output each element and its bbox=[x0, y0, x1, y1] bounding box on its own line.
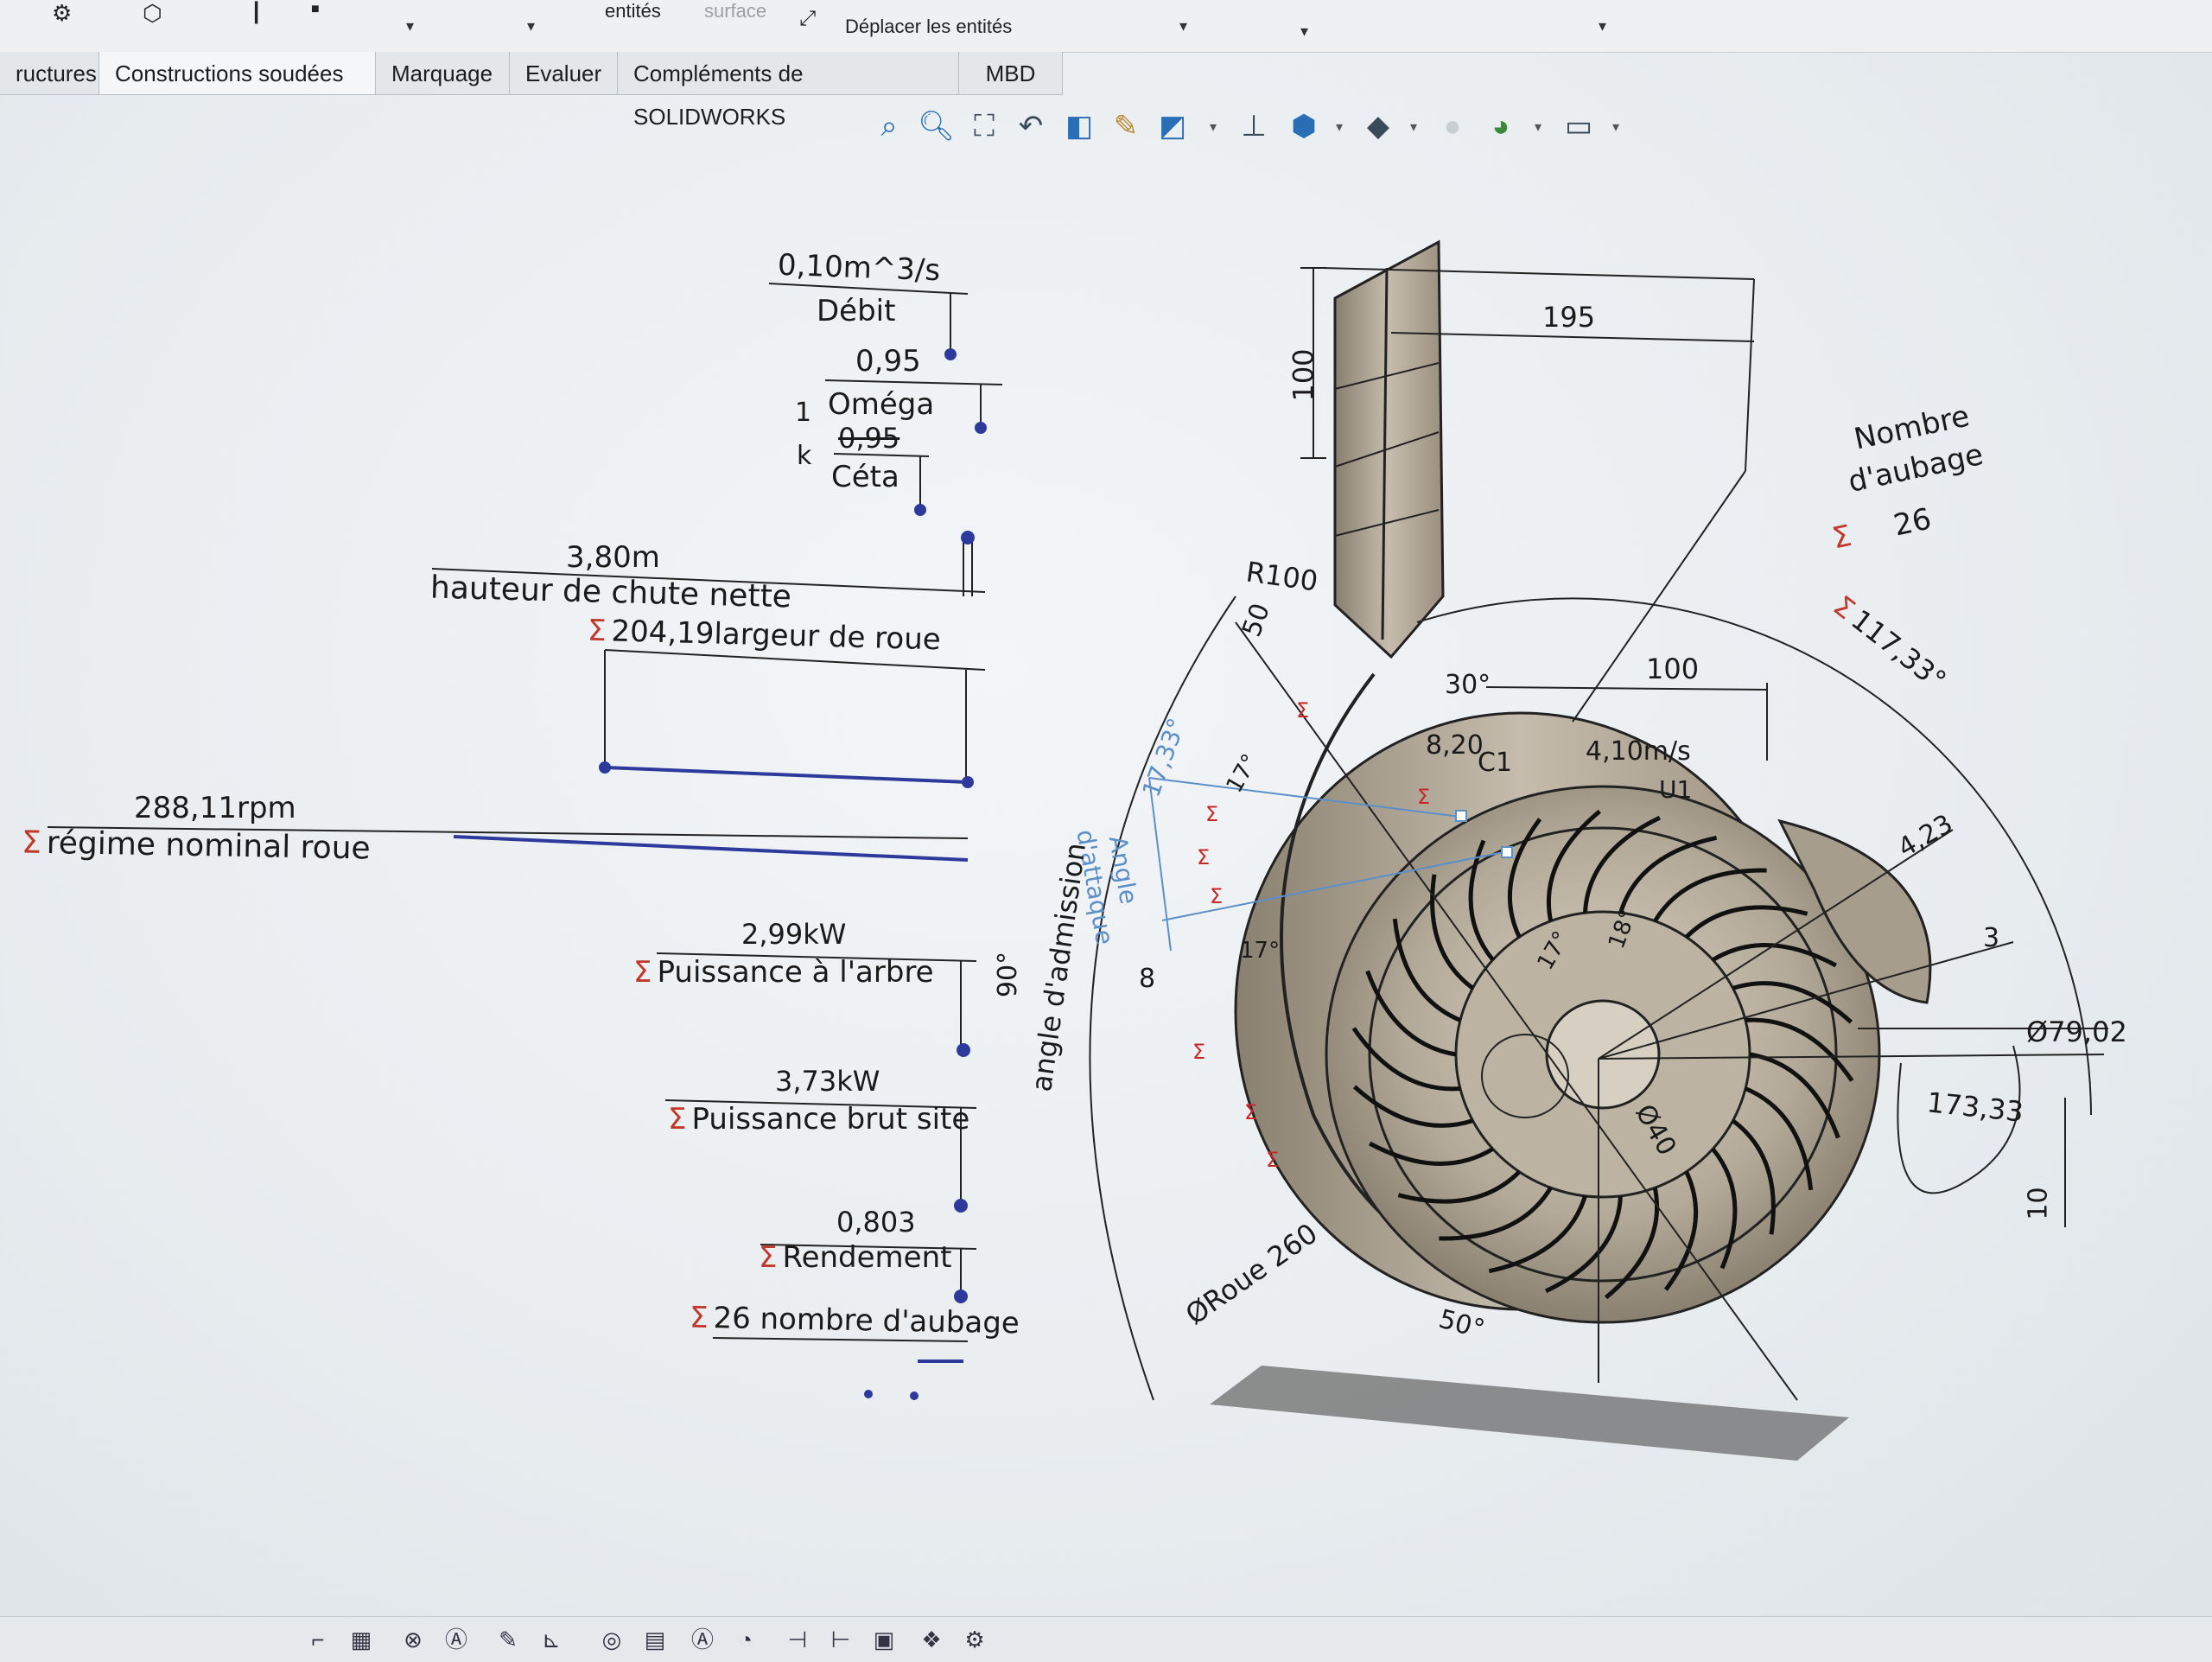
puissance-arbre-text: Puissance à l'arbre bbox=[657, 955, 934, 990]
angle-30[interactable]: 30° bbox=[1445, 670, 1491, 700]
dimension-8[interactable]: 8 bbox=[1139, 964, 1155, 994]
move-left-icon[interactable]: ⊣ bbox=[782, 1624, 813, 1655]
relation-icon[interactable]: ⊾ bbox=[536, 1624, 567, 1655]
regime-value[interactable]: 288,11rpm bbox=[134, 791, 296, 825]
dimension-icon[interactable]: ◎ bbox=[596, 1624, 627, 1655]
sigma-icon: Σ bbox=[21, 825, 42, 861]
debit-value[interactable]: 0,10m^3/s bbox=[777, 248, 940, 289]
svg-text:Σ: Σ bbox=[1266, 1148, 1279, 1172]
puissance-arbre-value[interactable]: 2,99kW bbox=[741, 918, 846, 951]
velocity-c1: C1 bbox=[1478, 748, 1513, 778]
dimension-820[interactable]: 8,20 bbox=[1426, 730, 1484, 761]
omega-label: Oméga bbox=[828, 387, 935, 422]
omega-value[interactable]: 0,95 bbox=[855, 344, 921, 379]
puissance-brut-label: Σ Puissance brut site bbox=[668, 1102, 969, 1137]
regime-text: régime nominal roue bbox=[46, 825, 371, 867]
svg-text:Σ: Σ bbox=[1192, 1040, 1205, 1064]
sketch-edit-icon[interactable]: ✎ bbox=[493, 1624, 524, 1655]
sigma-icon: Σ bbox=[633, 955, 652, 990]
angle-17-b[interactable]: 17° bbox=[1240, 938, 1280, 964]
rendement-text: Rendement bbox=[782, 1240, 952, 1275]
angle-90[interactable]: 90° bbox=[993, 952, 1023, 997]
puissance-brut-text: Puissance brut site bbox=[691, 1102, 970, 1137]
note-icon[interactable]: ⊗ bbox=[397, 1624, 429, 1655]
k-label: k bbox=[797, 441, 812, 471]
velocity-u1: U1 bbox=[1659, 775, 1693, 804]
runner-casing[interactable] bbox=[1234, 672, 1932, 1324]
dimension-10[interactable]: 10 bbox=[2024, 1187, 2054, 1219]
move-right-icon[interactable]: ⊢ bbox=[825, 1624, 856, 1655]
sigma-icon: Σ bbox=[759, 1240, 778, 1275]
dimension-100-vertical[interactable]: 100 bbox=[1287, 348, 1320, 401]
debit-label: Débit bbox=[817, 294, 896, 328]
ceta-value[interactable]: 0,95 bbox=[838, 422, 899, 455]
svg-text:Σ: Σ bbox=[1296, 698, 1309, 723]
svg-text:Σ: Σ bbox=[1210, 884, 1223, 908]
velocity-410[interactable]: 4,10m/s bbox=[1586, 736, 1691, 767]
pie-tool-icon[interactable]: ◔ bbox=[730, 1624, 761, 1655]
dimension-195[interactable]: 195 bbox=[1542, 301, 1595, 334]
part-shadow bbox=[1210, 1366, 1849, 1461]
table-icon[interactable]: ▤ bbox=[639, 1624, 671, 1655]
puissance-arbre-label: Σ Puissance à l'arbre bbox=[633, 955, 934, 990]
diameter-7902[interactable]: Ø79,02 bbox=[2026, 1016, 2127, 1048]
dimension-3[interactable]: 3 bbox=[1983, 923, 1999, 953]
rendement-value[interactable]: 0,803 bbox=[836, 1206, 916, 1239]
dimension-100-horizontal[interactable]: 100 bbox=[1646, 653, 1699, 685]
annotation-icon[interactable]: Ⓐ bbox=[687, 1624, 718, 1655]
sigma-icon: Σ bbox=[587, 613, 607, 649]
settings-icon[interactable]: ⚙ bbox=[959, 1624, 990, 1655]
regime-label: Σrégime nominal roue bbox=[22, 825, 371, 866]
svg-text:Σ: Σ bbox=[1197, 845, 1210, 869]
ceta-label: Céta bbox=[831, 460, 899, 494]
hauteur-value[interactable]: 3,80m bbox=[566, 540, 660, 575]
text-icon[interactable]: Ⓐ bbox=[441, 1624, 472, 1655]
inlet-channel[interactable] bbox=[1333, 239, 1445, 659]
layers-icon[interactable]: ❖ bbox=[916, 1624, 947, 1655]
k-numerator: 1 bbox=[795, 398, 812, 428]
image-icon[interactable]: ▣ bbox=[868, 1624, 899, 1655]
rendement-label: Σ Rendement bbox=[759, 1240, 951, 1275]
grid-icon[interactable]: ▦ bbox=[346, 1624, 377, 1655]
svg-text:Σ: Σ bbox=[1205, 802, 1218, 826]
sketch-rectangle-icon[interactable]: ⌐ bbox=[302, 1624, 334, 1655]
sigma-icon: Σ bbox=[668, 1102, 687, 1137]
svg-text:Σ: Σ bbox=[1244, 1100, 1257, 1124]
svg-text:Σ: Σ bbox=[1417, 785, 1430, 809]
nombre-aubage-equation[interactable]: Σ 26 nombre d'aubage bbox=[690, 1301, 1020, 1341]
bottom-toolbar: ⌐ ▦ ⊗ Ⓐ ✎ ⊾ ◎ ▤ Ⓐ ◔ ⊣ ⊢ ▣ ❖ ⚙ bbox=[0, 1616, 2212, 1662]
sigma-icon: Σ bbox=[689, 1300, 709, 1336]
nombre-aubage-text: 26 nombre d'aubage bbox=[713, 1301, 1020, 1341]
puissance-brut-value[interactable]: 3,73kW bbox=[775, 1065, 880, 1098]
